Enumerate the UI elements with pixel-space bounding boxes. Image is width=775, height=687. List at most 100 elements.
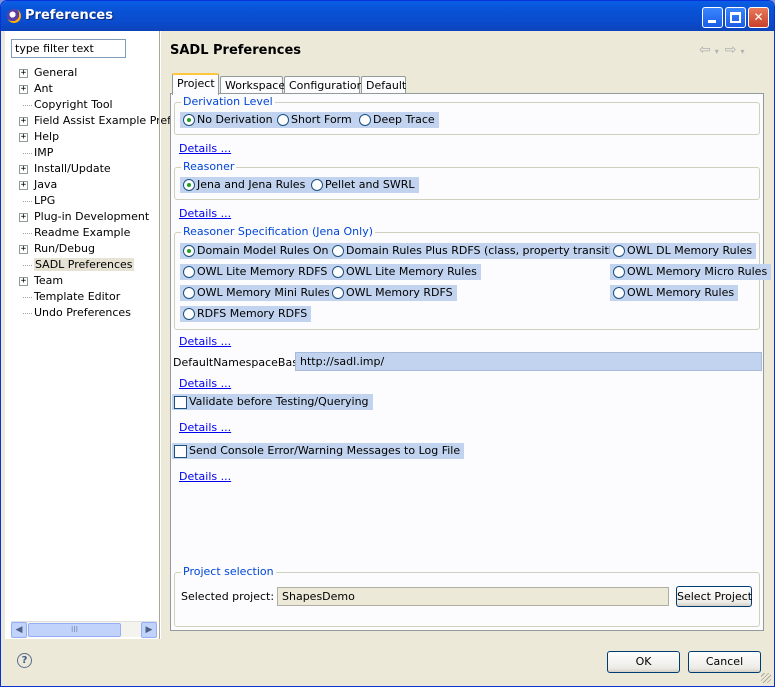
tree-item-sadl-preferences[interactable]: SADL Preferences <box>5 257 159 273</box>
radio-domain-rules-plus-rdfs[interactable]: Domain Rules Plus RDFS (class, property … <box>329 243 641 259</box>
tree-item-team[interactable]: + Team <box>5 273 159 289</box>
tree-horizontal-scrollbar[interactable]: ◀ III ▶ <box>11 621 157 638</box>
radio-owl-lite-memory-rdfs[interactable]: OWL Lite Memory RDFS <box>180 264 332 280</box>
details-link[interactable]: Details ... <box>179 470 231 483</box>
radio-owl-dl-memory-rules[interactable]: OWL DL Memory Rules <box>610 243 757 259</box>
radio-icon <box>332 245 344 257</box>
option-label: OWL Memory RDFS <box>346 286 453 299</box>
tree-item-java[interactable]: + Java <box>5 177 159 193</box>
back-dropdown-icon[interactable]: ▾ <box>715 47 719 56</box>
tree-connector <box>23 313 32 314</box>
radio-owl-memory-mini-rules[interactable]: OWL Memory Mini Rules <box>180 285 335 301</box>
tree-item-run-debug[interactable]: + Run/Debug <box>5 241 159 257</box>
radio-jena[interactable]: Jena and Jena Rules <box>180 177 310 193</box>
option-label: Short Form <box>291 113 352 126</box>
option-label: OWL Memory Rules <box>627 286 735 299</box>
tree-item-lpg[interactable]: LPG <box>5 193 159 209</box>
option-label: Domain Rules Plus RDFS (class, property … <box>346 244 637 257</box>
tree-item-imp[interactable]: IMP <box>5 145 159 161</box>
radio-owl-memory-micro-rules[interactable]: OWL Memory Micro Rules <box>610 264 772 280</box>
option-label: OWL DL Memory Rules <box>627 244 753 257</box>
reasoner-spec-group: Reasoner Specification (Jena Only) Domai… <box>174 225 772 330</box>
radio-owl-lite-memory-rules[interactable]: OWL Lite Memory Rules <box>329 264 481 280</box>
checkbox-send-console-messages[interactable]: Send Console Error/Warning Messages to L… <box>172 443 465 459</box>
expand-icon[interactable]: + <box>19 245 28 254</box>
tree-item-label: Install/Update <box>34 162 111 175</box>
tree-item-template-editor[interactable]: Template Editor <box>5 289 159 305</box>
radio-short-form[interactable]: Short Form <box>274 112 356 128</box>
option-label: RDFS Memory RDFS <box>197 307 308 320</box>
radio-icon <box>332 266 344 278</box>
radio-deep-trace[interactable]: Deep Trace <box>356 112 439 128</box>
back-arrow-icon[interactable]: ⇦ <box>699 42 711 58</box>
expand-icon[interactable]: + <box>19 181 28 190</box>
expand-icon[interactable]: + <box>19 69 28 78</box>
radio-icon <box>183 287 195 299</box>
radio-domain-model-rules-only[interactable]: Domain Model Rules Only <box>180 243 343 259</box>
tree-item-label: Plug-in Development <box>34 210 150 223</box>
minimize-button[interactable] <box>702 7 723 28</box>
tab-configuration[interactable]: Configuration <box>284 76 364 94</box>
checkbox-label: Validate before Testing/Querying <box>189 395 369 408</box>
preferences-tree-panel: + General + Ant Copyright Tool + Field Assist … <box>5 31 171 639</box>
cancel-button[interactable]: Cancel <box>688 651 761 673</box>
scroll-left-arrow-icon[interactable]: ◀ <box>11 622 27 638</box>
tree-item-readme-example[interactable]: Readme Example <box>5 225 159 241</box>
tab-workspace[interactable]: Workspace <box>220 76 285 94</box>
tree-item-help[interactable]: + Help <box>5 129 159 145</box>
radio-icon <box>613 245 625 257</box>
checkbox-icon <box>174 396 187 409</box>
tree-item-label: Java <box>34 178 58 191</box>
radio-no-derivation[interactable]: No Derivation <box>180 112 277 128</box>
radio-owl-memory-rdfs[interactable]: OWL Memory RDFS <box>329 285 457 301</box>
tab-default[interactable]: Default <box>361 76 406 94</box>
filter-input[interactable] <box>11 39 126 58</box>
expand-icon[interactable]: + <box>19 213 28 222</box>
reasoner-group: Reasoner Jena and Jena Rules Pellet and … <box>174 160 760 200</box>
details-link[interactable]: Details ... <box>179 377 231 390</box>
tab-project[interactable]: Project <box>172 73 219 95</box>
tree-connector <box>23 297 32 298</box>
forward-dropdown-icon[interactable]: ▾ <box>740 47 744 56</box>
expand-icon[interactable]: + <box>19 165 28 174</box>
tree-item-field-assist-example-pref[interactable]: + Field Assist Example Pref <box>5 113 171 129</box>
tree-item-label: Field Assist Example Pref <box>34 114 172 127</box>
tree-item-general[interactable]: + General <box>5 65 159 81</box>
expand-icon[interactable]: + <box>19 85 28 94</box>
checkbox-label: Send Console Error/Warning Messages to L… <box>189 444 461 457</box>
radio-icon <box>311 179 323 191</box>
expand-icon[interactable]: + <box>19 117 28 126</box>
details-link[interactable]: Details ... <box>179 421 231 434</box>
namespace-input[interactable] <box>295 352 762 371</box>
forward-arrow-icon[interactable]: ⇨ <box>725 42 737 58</box>
scrollbar-thumb[interactable]: III <box>28 623 121 637</box>
select-project-button[interactable]: Select Project <box>676 586 752 607</box>
project-tab-content: Derivation Level No Derivation Short For… <box>170 93 772 631</box>
window-title: Preferences <box>25 8 113 23</box>
expand-icon[interactable]: + <box>19 277 28 286</box>
radio-pellet[interactable]: Pellet and SWRL <box>308 177 419 193</box>
panel-divider[interactable] <box>159 31 161 639</box>
scroll-right-arrow-icon[interactable]: ▶ <box>141 622 157 638</box>
option-label: Domain Model Rules Only <box>197 244 339 257</box>
maximize-button[interactable] <box>725 7 746 28</box>
help-icon[interactable]: ? <box>17 653 32 668</box>
title-bar[interactable]: Preferences ✕ <box>1 1 774 31</box>
details-link[interactable]: Details ... <box>179 207 231 220</box>
tree-item-undo-preferences[interactable]: Undo Preferences <box>5 305 159 321</box>
tree-item-install-update[interactable]: + Install/Update <box>5 161 159 177</box>
ok-button[interactable]: OK <box>607 651 680 673</box>
tree-item-copyright-tool[interactable]: Copyright Tool <box>5 97 159 113</box>
radio-owl-memory-rules[interactable]: OWL Memory Rules <box>610 285 739 301</box>
tree-item-label: LPG <box>34 194 56 207</box>
tree-item-plug-in-development[interactable]: + Plug-in Development <box>5 209 159 225</box>
expand-icon[interactable]: + <box>19 133 28 142</box>
tree-item-ant[interactable]: + Ant <box>5 81 159 97</box>
resize-grip-icon[interactable] <box>761 673 771 683</box>
radio-rdfs-memory-rdfs[interactable]: RDFS Memory RDFS <box>180 306 312 322</box>
tree-item-label: Team <box>34 274 64 287</box>
close-button[interactable]: ✕ <box>748 7 769 28</box>
details-link[interactable]: Details ... <box>179 335 231 348</box>
details-link[interactable]: Details ... <box>179 142 231 155</box>
checkbox-validate-before-testing[interactable]: Validate before Testing/Querying <box>172 394 373 410</box>
